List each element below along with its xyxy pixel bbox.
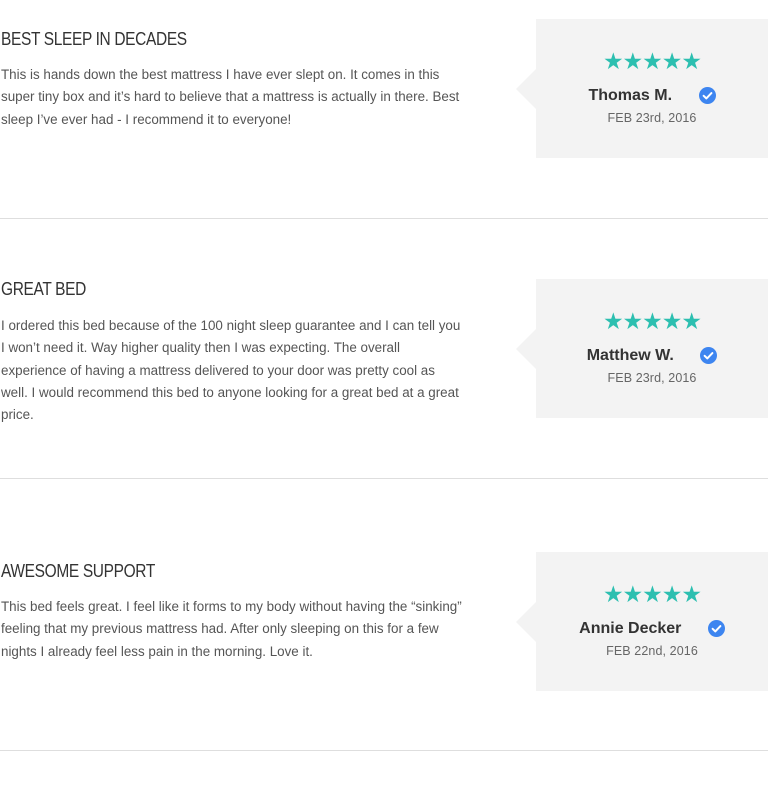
verified-check-icon (707, 619, 725, 637)
reviewer-card: ★★★★★ Thomas M. FEB 23rd, 2016 (516, 19, 768, 158)
star-rating: ★★★★★ (536, 309, 768, 335)
reviewer-info: Matthew W. (536, 346, 768, 365)
star-rating-stars: ★★★★★ (602, 309, 702, 335)
reviewer-card: ★★★★★ Annie Decker FEB 22nd, 2016 (516, 552, 768, 691)
verified-check-icon (698, 86, 716, 104)
review-body: I ordered this bed because of the 100 ni… (1, 318, 461, 423)
review-date: FEB 23rd, 2016 (607, 371, 697, 385)
review-divider (0, 478, 768, 479)
review-title: BEST SLEEP IN DECADES (1, 29, 187, 49)
review-title: GREAT BED (1, 279, 86, 299)
review-divider (0, 218, 768, 219)
review-title: AWESOME SUPPORT (1, 561, 155, 581)
review-divider (0, 750, 768, 751)
reviewer-info: Annie Decker (536, 619, 768, 638)
star-rating-stars: ★★★★★ (602, 49, 702, 75)
review-date: FEB 23rd, 2016 (607, 111, 697, 125)
star-rating-stars: ★★★★★ (602, 582, 702, 608)
reviewer-card: ★★★★★ Matthew W. FEB 23rd, 2016 (516, 279, 768, 418)
review-date: FEB 22nd, 2016 (606, 644, 698, 658)
reviewer-name: Annie Decker (579, 620, 682, 637)
verified-check-icon (700, 346, 718, 364)
review-body: This bed feels great. I feel like it for… (1, 599, 462, 659)
review-body: This is hands down the best mattress I h… (1, 67, 460, 127)
reviewer-name: Matthew W. (586, 347, 674, 364)
reviewer-info: Thomas M. (536, 86, 768, 105)
star-rating: ★★★★★ (536, 49, 768, 75)
reviewer-name: Thomas M. (588, 87, 673, 104)
star-rating: ★★★★★ (536, 582, 768, 608)
